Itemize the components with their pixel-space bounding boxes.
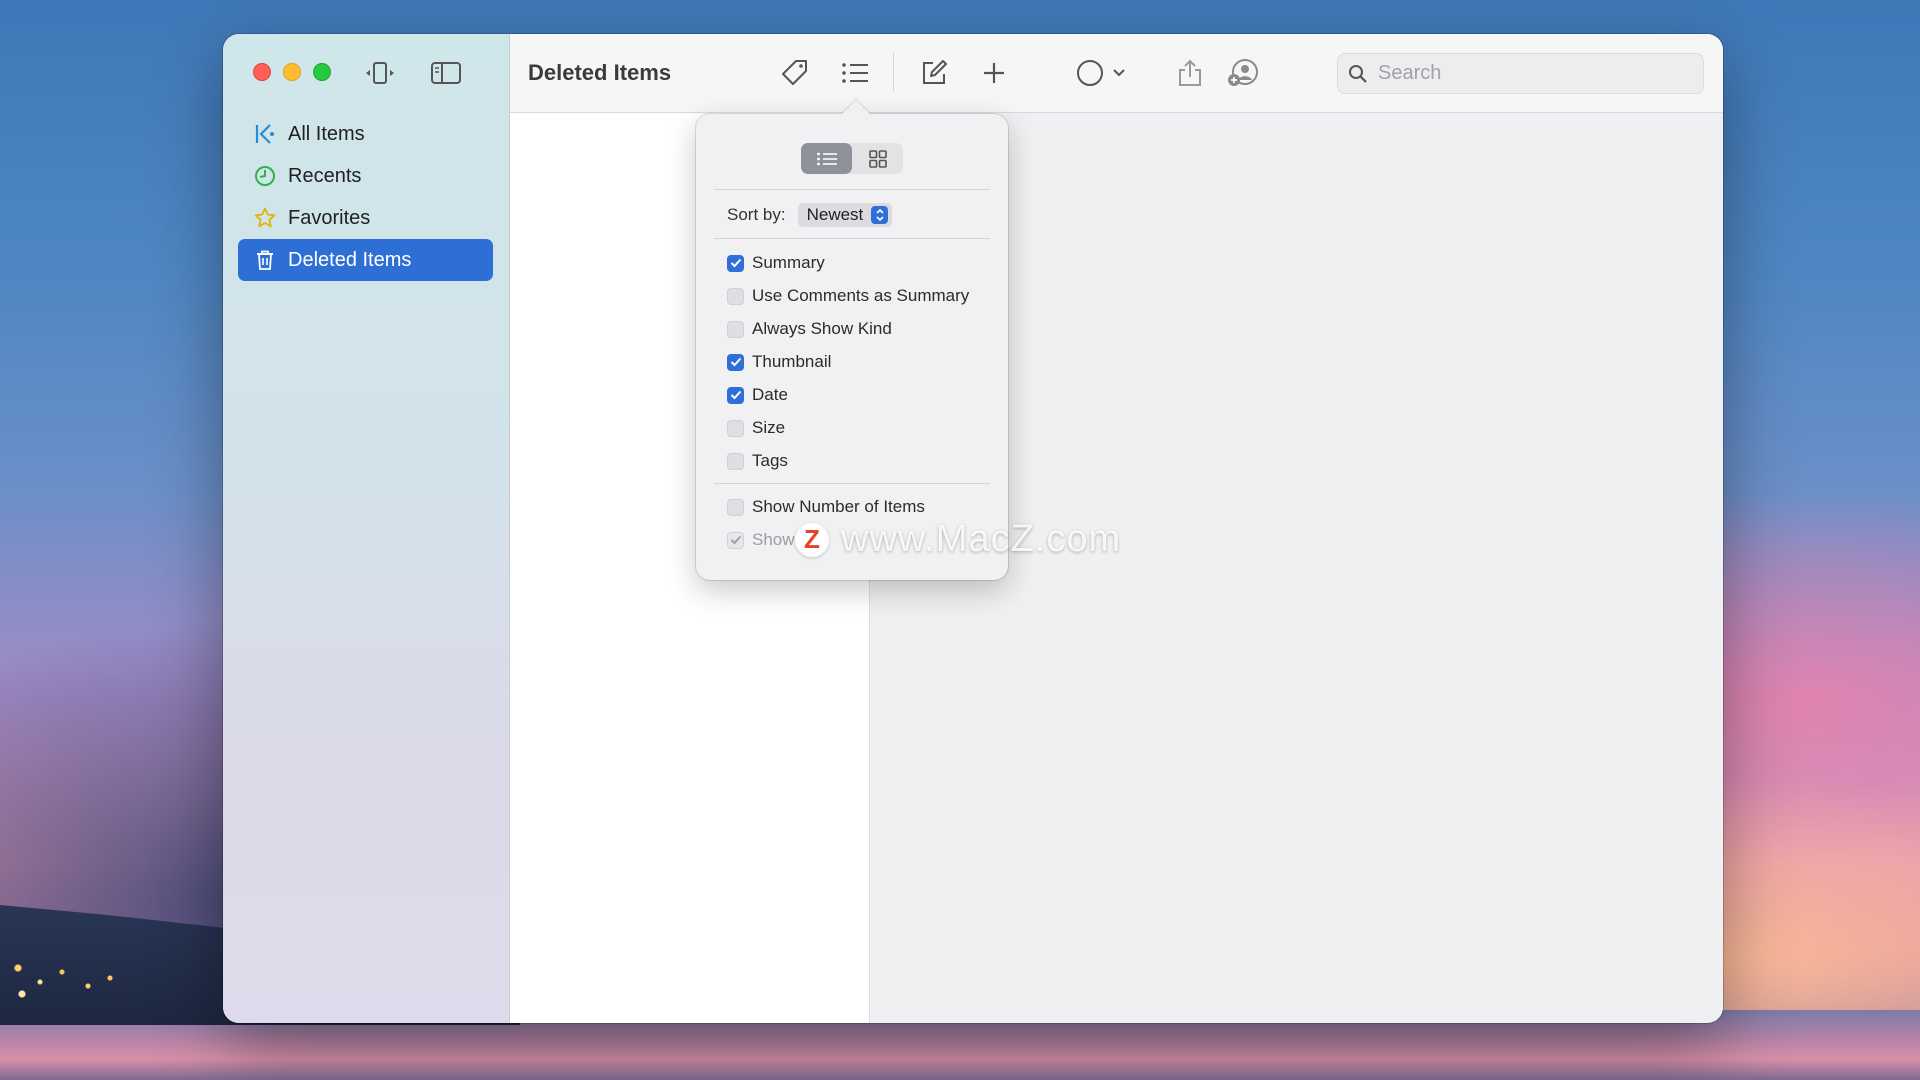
split-view-button[interactable] — [363, 58, 397, 88]
checkbox-checked[interactable] — [727, 254, 744, 272]
minimize-button[interactable] — [283, 63, 301, 81]
window-controls — [253, 63, 331, 81]
view-options-popover: Sort by: Newest Summary Use Comments as … — [696, 114, 1008, 580]
option-label: Size — [752, 418, 786, 437]
trash-icon — [252, 247, 278, 273]
sidebar-item-label: Recents — [288, 164, 362, 187]
toolbar: Deleted Items — [510, 34, 1723, 113]
grid-view-button[interactable] — [852, 143, 903, 174]
grid-icon — [868, 149, 887, 168]
search-field[interactable] — [1337, 53, 1704, 94]
watermark: Z www.MacZ.com — [795, 518, 1121, 561]
sidebar-icon — [431, 62, 461, 84]
star-icon — [252, 205, 278, 231]
option-use-comments-as-summary[interactable]: Use Comments as Summary — [727, 285, 969, 307]
sort-value: Newest — [806, 205, 864, 224]
sort-label: Sort by: — [727, 205, 786, 224]
person-add-icon — [1228, 59, 1258, 86]
share-icon — [1179, 59, 1201, 86]
sidebar-item-label: All Items — [288, 122, 365, 145]
list-view-button[interactable] — [801, 143, 852, 174]
sidebar-item-all-items[interactable]: All Items — [238, 113, 493, 155]
option-label: Show — [752, 530, 795, 549]
compose-button[interactable] — [914, 54, 954, 92]
list-icon — [816, 152, 837, 165]
option-label: Use Comments as Summary — [752, 286, 970, 305]
circle-icon — [1077, 60, 1103, 86]
view-mode-segmented-control — [801, 143, 903, 174]
share-button[interactable] — [1170, 54, 1210, 92]
checkmark-icon — [730, 390, 741, 400]
collaborate-button[interactable] — [1223, 54, 1263, 92]
option-label: Tags — [752, 451, 788, 470]
sidebar-item-favorites[interactable]: Favorites — [238, 197, 493, 239]
list-icon — [842, 63, 868, 83]
toggle-sidebar-button[interactable] — [429, 58, 463, 88]
split-view-icon — [366, 62, 394, 84]
option-label: Summary — [752, 253, 825, 272]
watermark-text: www.MacZ.com — [841, 518, 1122, 560]
checkbox-unchecked[interactable] — [727, 287, 744, 305]
sidebar-item-deleted-items[interactable]: Deleted Items — [238, 239, 493, 281]
add-button[interactable] — [974, 54, 1014, 92]
search-input[interactable] — [1378, 62, 1678, 85]
view-options-button[interactable] — [835, 54, 875, 92]
checkmark-icon — [730, 258, 741, 268]
chevron-down-icon — [1113, 69, 1125, 77]
option-label: Always Show Kind — [752, 319, 892, 338]
sidebar-list: All Items Recents Favorites Deleted Item… — [238, 113, 493, 281]
watermark-logo: Z — [795, 522, 829, 557]
tag-icon — [782, 60, 807, 85]
checkbox-unchecked[interactable] — [727, 498, 744, 516]
clock-icon — [252, 163, 278, 189]
sort-row: Sort by: Newest — [727, 203, 893, 227]
sidebar-item-label: Favorites — [288, 206, 371, 229]
checkbox-unchecked[interactable] — [727, 419, 744, 437]
close-button[interactable] — [253, 63, 271, 81]
sidebar-item-recents[interactable]: Recents — [238, 155, 493, 197]
option-thumbnail[interactable]: Thumbnail — [727, 351, 831, 373]
zoom-button[interactable] — [313, 63, 331, 81]
status-menu-button[interactable] — [1107, 54, 1131, 92]
sidebar: All Items Recents Favorites Deleted Item… — [223, 34, 510, 1023]
option-date[interactable]: Date — [727, 384, 788, 406]
checkbox-unchecked[interactable] — [727, 320, 744, 338]
option-label: Thumbnail — [752, 352, 832, 371]
sort-select[interactable]: Newest — [797, 203, 893, 227]
popover-divider — [714, 483, 990, 484]
up-down-chevron-icon — [871, 206, 889, 224]
checkmark-icon — [730, 357, 741, 367]
option-show-disabled: Show — [727, 529, 795, 551]
checkbox-checked-disabled — [727, 531, 744, 549]
checkmark-icon — [730, 535, 741, 545]
all-items-icon — [252, 121, 278, 147]
option-summary[interactable]: Summary — [727, 252, 825, 274]
checkbox-unchecked[interactable] — [727, 452, 744, 470]
status-button[interactable] — [1070, 54, 1110, 92]
checkbox-checked[interactable] — [727, 353, 744, 371]
option-show-number-of-items[interactable]: Show Number of Items — [727, 496, 925, 518]
page-title: Deleted Items — [528, 60, 672, 85]
option-always-show-kind[interactable]: Always Show Kind — [727, 318, 892, 340]
popover-divider — [714, 189, 990, 190]
toolbar-divider — [893, 52, 894, 92]
compose-icon — [923, 60, 947, 84]
option-label: Date — [752, 385, 788, 404]
checkbox-checked[interactable] — [727, 386, 744, 404]
search-icon — [1349, 64, 1367, 83]
option-label: Show Number of Items — [752, 497, 925, 516]
plus-icon — [984, 63, 1004, 83]
desktop-city-lights — [0, 950, 150, 1010]
option-size[interactable]: Size — [727, 417, 785, 439]
popover-divider — [714, 238, 990, 239]
option-tags[interactable]: Tags — [727, 450, 788, 472]
tags-button[interactable] — [775, 54, 815, 92]
sidebar-item-label: Deleted Items — [288, 248, 412, 271]
